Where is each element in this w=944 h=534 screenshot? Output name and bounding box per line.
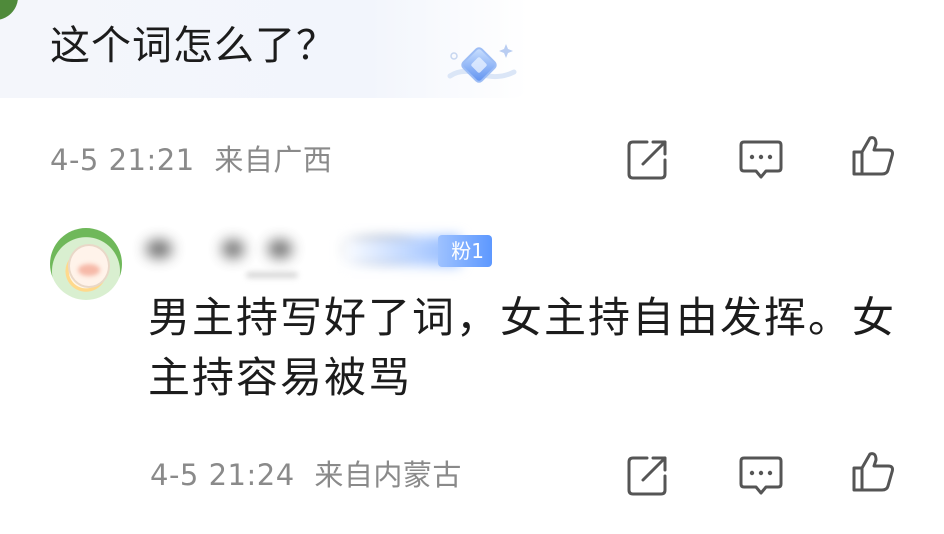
location: 来自内蒙古 — [314, 458, 462, 492]
comment-button[interactable] — [738, 452, 784, 498]
fan-level-badge[interactable]: 粉1 — [438, 235, 492, 267]
like-button[interactable] — [850, 132, 896, 178]
diamond-badge-icon — [447, 44, 517, 83]
username-underline — [246, 272, 298, 278]
comment-icon — [739, 140, 783, 179]
like-button[interactable] — [850, 448, 896, 494]
comment-text: 男主持写好了词，女主持自由发挥。女主持容易被骂 — [148, 293, 897, 402]
comment-text: 这个词怎么了？ — [50, 23, 337, 69]
share-button[interactable] — [625, 136, 671, 182]
timestamp: 4-5 21:24 — [150, 458, 295, 492]
avatar[interactable] — [50, 228, 122, 300]
comment-icon — [739, 456, 783, 495]
share-icon — [627, 140, 667, 180]
comment-button[interactable] — [738, 136, 784, 182]
thumbs-up-icon — [852, 452, 894, 492]
thumbs-up-icon — [852, 136, 894, 176]
comment-meta: 4-5 21:21 来自广西 — [50, 140, 332, 180]
comment-meta: 4-5 21:24 来自内蒙古 — [150, 455, 462, 495]
share-button[interactable] — [625, 452, 671, 498]
location: 来自广西 — [214, 143, 333, 177]
share-icon — [627, 456, 667, 496]
timestamp: 4-5 21:21 — [50, 143, 195, 177]
